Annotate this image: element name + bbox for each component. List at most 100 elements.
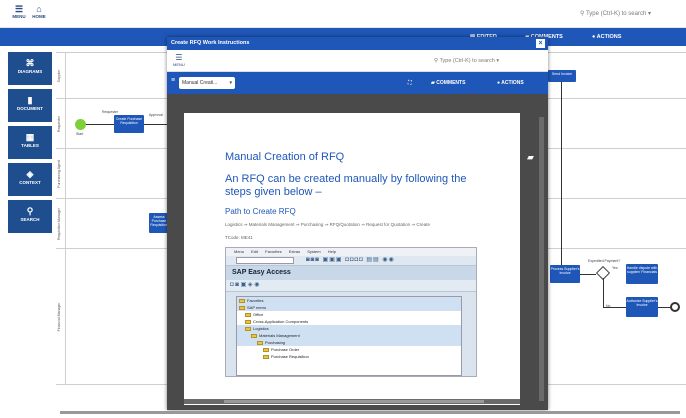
task-send-invoice[interactable]: Send Invoice (548, 70, 576, 82)
tree-row: Favorites (237, 297, 461, 304)
modal-actions-button[interactable]: ● ACTIONS (497, 77, 524, 89)
diagram-icon: ⌘ (25, 58, 35, 68)
start-label: Start (76, 132, 84, 136)
tree-row-label: Purchase Requisition (271, 354, 309, 359)
tree-row: Materials Management (237, 332, 461, 339)
folder-icon (245, 326, 251, 331)
tree-row-label: Materials Management (259, 333, 300, 338)
nav-search[interactable]: ⚲ SEARCH (8, 200, 52, 233)
folder-icon (263, 347, 269, 352)
lane-label: Requester (56, 99, 66, 148)
modal-menu-button[interactable]: ☰ MENU (173, 53, 185, 67)
expedited-label: Expedited Payment? (588, 259, 621, 263)
sap-menu-item: Help (327, 249, 336, 254)
list-icon[interactable]: ≡ (171, 77, 175, 84)
lane-label: Supplier (56, 53, 66, 98)
end-event[interactable] (670, 302, 680, 312)
search-input[interactable]: ⚲ Type (Ctrl-K) to search ▾ (580, 7, 676, 21)
tree-row: Purchase Requisition (237, 353, 461, 360)
nav-tables-label: TABLES (21, 143, 39, 148)
nav-context[interactable]: ◈ CONTEXT (8, 163, 52, 196)
sap-command-field (236, 257, 294, 264)
menu-button[interactable]: ☰ MENU (8, 4, 30, 19)
actions-button[interactable]: ● ACTIONS (592, 31, 621, 43)
sap-menu-tree: Favorites SAP menu Office Cross-Applicat… (236, 296, 462, 376)
sap-menu-item: System (307, 249, 321, 254)
flow-connector (86, 124, 116, 125)
chevron-down-icon[interactable]: ▾ (648, 11, 651, 17)
nav-diagrams[interactable]: ⌘ DIAGRAMS (8, 52, 52, 85)
doc-tcode-text: TCode: ME41 (225, 235, 253, 240)
tree-row-label: Favorites (247, 298, 264, 303)
folder-icon (251, 333, 257, 338)
modal-comments-label: COMMENTS (436, 80, 466, 86)
nav-tables[interactable]: ▦ TABLES (8, 126, 52, 159)
comment-icon[interactable]: ▰ (527, 152, 534, 163)
modal-menu-label: MENU (173, 62, 185, 67)
vertical-scrollbar[interactable] (539, 117, 544, 401)
start-event[interactable] (75, 119, 86, 130)
requester-label: Requester (102, 110, 119, 114)
flow-connector (580, 274, 596, 275)
tree-row-label: Office (253, 312, 264, 317)
tree-row-label: SAP menu (247, 305, 267, 310)
folder-icon (245, 319, 251, 324)
folder-icon (239, 298, 245, 303)
flow-connector (603, 278, 604, 308)
left-nav: ⌘ DIAGRAMS ▮ DOCUMENT ▦ TABLES ◈ CONTEXT… (8, 52, 52, 237)
doc-heading-2: An RFQ can be created manually by follow… (225, 173, 467, 198)
document-select-value: Manual Creati... (182, 80, 218, 86)
lane-label: Requisition Manager (56, 199, 66, 248)
search-icon: ⚲ (580, 11, 585, 17)
sap-menu-item: Extras (288, 249, 301, 254)
home-icon: ⌂ (36, 4, 42, 14)
actions-label: ACTIONS (596, 34, 622, 40)
work-instructions-modal: Create RFQ Work Instructions × ☰ MENU ⚲ … (167, 37, 548, 410)
tree-row: Office (237, 311, 461, 318)
folder-icon (263, 354, 269, 359)
folder-icon (245, 312, 251, 317)
doc-path-text: Logistics ⇒ Materials Management ⇒ Purch… (225, 222, 430, 227)
diagram-horizontal-scrollbar[interactable] (60, 411, 680, 414)
menu-label: MENU (12, 14, 26, 19)
tree-row: Cross-Application Components (237, 318, 461, 325)
chevron-down-icon[interactable]: ▾ (496, 58, 499, 64)
home-button[interactable]: ⌂ HOME (28, 4, 50, 19)
modal-title-bar: Create RFQ Work Instructions × (167, 37, 548, 50)
lane-label: Purchasing Agent (56, 149, 66, 198)
sap-menu-item: Edit (251, 249, 259, 254)
sap-icon-row: ◘ ◙ ▣ ◈ ◉ (226, 280, 476, 292)
search-icon: ⚲ (434, 58, 439, 64)
sap-menu-bar: Menu Edit Favorites Extras System Help (226, 248, 476, 256)
task-create-requisition[interactable]: Create Purchase Requisition (114, 115, 144, 133)
yes-label: Yes (612, 266, 618, 270)
horizontal-scrollbar[interactable] (184, 399, 520, 404)
task-process-invoice[interactable]: Process Supplier's Invoice (550, 265, 580, 283)
flow-connector (144, 124, 168, 125)
folder-icon (257, 340, 263, 345)
nav-diagrams-label: DIAGRAMS (17, 69, 43, 74)
home-label: HOME (32, 14, 46, 19)
task-handle-dispute[interactable]: Handle dispute with supplier/ Financials (626, 264, 658, 284)
modal-toolbar: ☰ MENU ⚲ Type (Ctrl-K) to search ▾ (167, 50, 548, 72)
user-icon: ● (497, 80, 501, 86)
flow-connector (561, 82, 562, 267)
nav-document[interactable]: ▮ DOCUMENT (8, 89, 52, 122)
modal-comments-button[interactable]: ▰ COMMENTS (431, 77, 465, 89)
document-page[interactable]: Manual Creation of RFQ An RFQ can be cre… (184, 113, 520, 405)
document-select[interactable]: Manual Creati... ▾ (179, 77, 235, 89)
task-authorize-invoice[interactable]: Authorize Supplier's Invoice (626, 297, 658, 317)
sap-toolbar: ◙◙◙ ▣▣▣ ◘◘◘◘ ▤▤ ◉◉ (226, 256, 476, 266)
modal-actions-label: ACTIONS (501, 80, 524, 86)
lane-label: Financial Manager (56, 249, 66, 384)
task-assess-requisition[interactable]: Assess Purchase Requisition (149, 213, 169, 233)
nav-context-label: CONTEXT (19, 180, 41, 185)
context-icon: ◈ (26, 169, 34, 179)
nav-search-label: SEARCH (20, 217, 40, 222)
expand-icon[interactable]: ⛶ (408, 77, 412, 89)
close-icon[interactable]: × (536, 39, 545, 48)
flow-connector (603, 307, 626, 308)
sap-screenshot: Menu Edit Favorites Extras System Help ◙… (225, 247, 477, 377)
modal-search-input[interactable]: ⚲ Type (Ctrl-K) to search ▾ (434, 56, 534, 66)
scrollbar-thumb[interactable] (224, 400, 484, 403)
